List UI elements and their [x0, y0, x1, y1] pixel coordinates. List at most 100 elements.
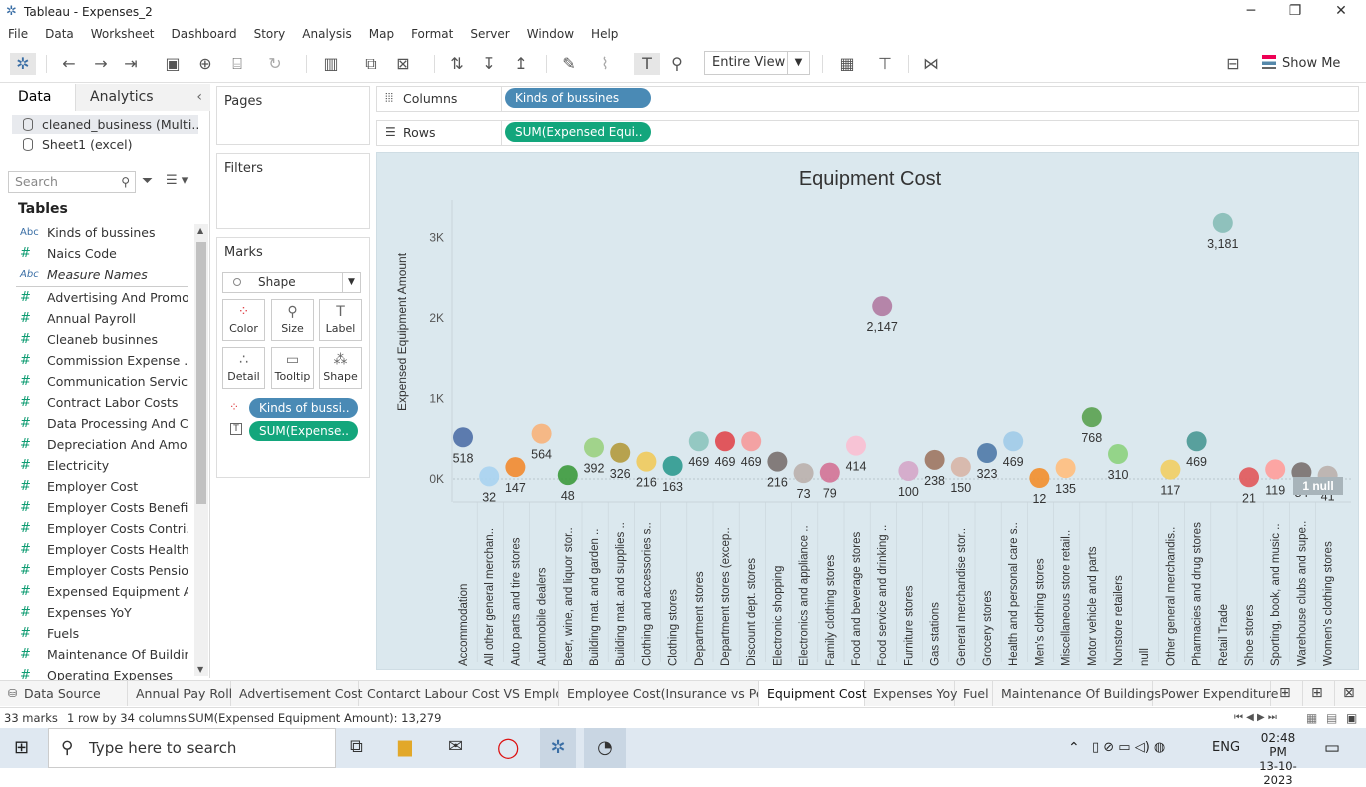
tab-advertisement-cost[interactable]: Advertisement Cost [231, 681, 363, 706]
field-item[interactable]: # Expensed Equipment A... [16, 581, 188, 602]
field-item[interactable]: # Cleaneb businnes [16, 329, 188, 350]
field-item[interactable]: # Depreciation And Amo... [16, 434, 188, 455]
data-point[interactable] [557, 465, 578, 486]
menu-window[interactable]: Window [527, 27, 574, 41]
taskbar-search-input[interactable]: ⚲ Type here to search [48, 728, 336, 768]
field-item[interactable]: # Naics Code [16, 243, 188, 264]
data-point[interactable] [505, 457, 526, 478]
data-point[interactable] [1186, 431, 1207, 452]
data-point[interactable] [950, 456, 971, 477]
save-icon[interactable]: ▣ [162, 53, 184, 75]
field-item[interactable]: # Annual Payroll [16, 308, 188, 329]
datasource-cleaned-business[interactable]: cleaned_business (Multi... [12, 115, 198, 134]
task-view-icon[interactable]: ⧉ [350, 736, 363, 757]
new-dashboard-tab-icon[interactable]: ⊞ [1303, 681, 1335, 706]
data-point[interactable] [767, 451, 788, 472]
share-icon[interactable]: ⋈ [920, 53, 942, 75]
field-item[interactable]: # Employer Costs Contri... [16, 518, 188, 539]
label-button[interactable]: T Label [319, 299, 362, 341]
show-mark-labels-icon[interactable]: T [634, 53, 660, 75]
windows-start-icon[interactable]: ⊞ [14, 738, 34, 758]
shape-button[interactable]: ⁂ Shape [319, 347, 362, 389]
minimize-button[interactable]: ─ [1228, 0, 1274, 23]
data-point[interactable] [610, 442, 631, 463]
marks-pill-kinds-of-bussines[interactable]: Kinds of bussi.. [249, 398, 358, 418]
filters-card[interactable]: Filters [216, 153, 370, 229]
new-worksheet-icon[interactable]: ▥ [318, 53, 344, 75]
field-search-input[interactable]: Search ⚲ [8, 171, 136, 193]
color-button[interactable]: ⁘ Color [222, 299, 265, 341]
data-point[interactable] [898, 460, 919, 481]
sort-descending-icon[interactable]: ↥ [510, 53, 532, 75]
data-point[interactable] [741, 431, 762, 452]
data-point[interactable] [453, 427, 473, 448]
field-item[interactable]: # Employer Costs Pensio... [16, 560, 188, 581]
tab-fuel[interactable]: Fuel [955, 681, 993, 706]
new-datasource-icon[interactable]: ⊕ [194, 53, 216, 75]
data-point[interactable] [1108, 444, 1128, 465]
sheet-sorter-icon[interactable]: ▦ [1306, 708, 1317, 728]
tray-icons[interactable]: ▯ ⊘ ▭ ◁) ◍ [1092, 728, 1165, 768]
field-item[interactable]: # Fuels [16, 623, 188, 644]
pause-updates-icon[interactable]: ⌸ [226, 53, 248, 75]
data-point[interactable] [1265, 459, 1286, 480]
field-item[interactable]: # Advertising And Promo... [16, 287, 188, 308]
notifications-icon[interactable]: ▭ [1324, 728, 1340, 768]
clock[interactable]: 02:48 PM 13-10-2023 [1252, 731, 1304, 787]
tab-equipment-cost[interactable]: Equipment Cost [759, 681, 867, 706]
data-point[interactable] [846, 435, 866, 456]
rows-pill-sum-expensed[interactable]: SUM(Expensed Equi.. [505, 122, 651, 142]
field-item[interactable]: # Employer Costs Benefits [16, 497, 188, 518]
data-point[interactable] [636, 451, 657, 472]
sort-ascending-icon[interactable]: ↧ [478, 53, 500, 75]
tabs-view-icon[interactable]: ▣ [1346, 708, 1357, 728]
fit-view-dropdown[interactable]: Entire View ▼ [704, 51, 810, 75]
size-button[interactable]: ⚲ Size [271, 299, 314, 341]
menu-file[interactable]: File [8, 27, 28, 41]
swap-rows-columns-icon[interactable]: ⇅ [446, 53, 468, 75]
field-item[interactable]: Abc Kinds of bussines [16, 222, 188, 243]
duplicate-sheet-icon[interactable]: ⧉ [360, 53, 382, 75]
data-point[interactable] [977, 442, 997, 463]
show-me-button[interactable]: Show Me [1262, 55, 1340, 71]
pages-card[interactable]: Pages [216, 86, 370, 145]
data-point[interactable] [1003, 431, 1024, 452]
redo-icon[interactable]: → [90, 53, 112, 75]
tab-contract-labour[interactable]: Contarct Labour Cost VS Emplo... [359, 681, 559, 706]
tableau-home-icon[interactable]: ✲ [10, 53, 36, 75]
data-point[interactable] [793, 463, 814, 484]
refresh-icon[interactable]: ↻ [264, 53, 286, 75]
tab-power-expenditure[interactable]: Power Expenditure [1153, 681, 1278, 706]
data-point[interactable] [924, 449, 945, 470]
data-point[interactable] [872, 296, 893, 317]
data-point[interactable] [819, 462, 840, 483]
field-item[interactable]: # Data Processing And C... [16, 413, 188, 434]
marks-pill-sum-expensed[interactable]: SUM(Expense.. [249, 421, 358, 441]
tab-data-source[interactable]: ⛁ Data Source [0, 681, 128, 706]
field-item[interactable]: # Commission Expense ... [16, 350, 188, 371]
columns-pill-kinds-of-bussines[interactable]: Kinds of bussines [505, 88, 651, 108]
mark-type-dropdown[interactable]: Shape ▼ [222, 272, 361, 293]
view-options-icon[interactable]: ☰ ▾ [166, 173, 188, 188]
mail-icon[interactable]: ✉ [448, 736, 463, 757]
menu-data[interactable]: Data [45, 27, 74, 41]
tab-analytics[interactable]: Analytics ‹ [76, 84, 210, 111]
data-point[interactable] [1239, 467, 1259, 488]
menu-server[interactable]: Server [470, 27, 509, 41]
data-point[interactable] [1212, 212, 1233, 233]
tooltip-button[interactable]: ▭ Tooltip [271, 347, 314, 389]
menu-map[interactable]: Map [369, 27, 394, 41]
collapse-pane-icon[interactable]: ‹ [196, 84, 202, 111]
data-point[interactable] [584, 437, 604, 458]
field-item[interactable]: # Electricity [16, 455, 188, 476]
show-cards-icon[interactable]: ▦ [834, 53, 860, 75]
group-members-icon[interactable]: ⌇ [594, 53, 616, 75]
tab-annual-pay-roll[interactable]: Annual Pay Roll [128, 681, 232, 706]
menu-format[interactable]: Format [411, 27, 453, 41]
new-story-tab-icon[interactable]: ⊠ [1335, 681, 1366, 706]
format-workbook-icon[interactable]: ⊟ [1222, 53, 1244, 75]
file-explorer-icon[interactable]: ▆ [398, 736, 412, 757]
datasource-sheet1[interactable]: Sheet1 (excel) [12, 135, 198, 154]
data-point[interactable] [662, 455, 683, 476]
fix-axes-icon[interactable]: ⚲ [666, 53, 688, 75]
